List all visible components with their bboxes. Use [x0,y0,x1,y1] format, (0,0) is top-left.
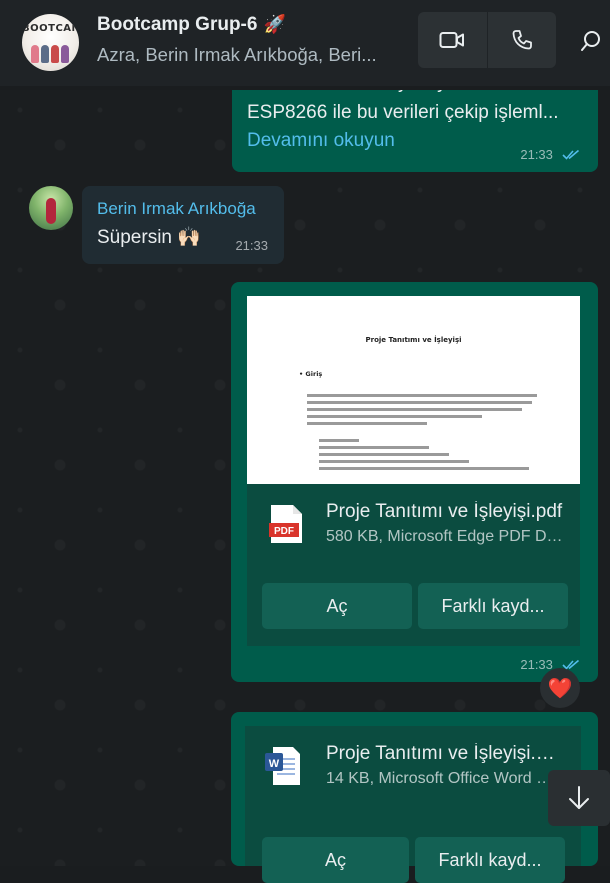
preview-title: Proje Tanıtımı ve İşleyişi [365,336,462,344]
svg-text:PDF: PDF [274,526,294,537]
message-time: 21:33 [520,147,553,162]
heart-reaction[interactable]: ❤️ [540,668,580,708]
preview-text-line [319,439,359,442]
sender-name[interactable]: Berin Irmak Arıkboğa [97,199,256,219]
chat-title[interactable]: Bootcamp Grup-6 🚀 [97,14,286,36]
word-file-icon: W [265,747,300,785]
avatar-figure [31,45,39,63]
incoming-message[interactable]: Berin Irmak Arıkboğa Süpersin 🙌🏻 21:33 [82,186,284,264]
read-more-link[interactable]: Devamını okuyun [247,130,395,152]
video-call-button[interactable] [418,12,487,68]
search-button[interactable] [572,22,610,60]
preview-text-line [307,394,537,397]
file-card: PDF Proje Tanıtımı ve İşleyişi.pdf 580 K… [247,484,580,646]
arrow-down-icon [569,786,589,809]
message-text: Süpersin 🙌🏻 [97,227,201,248]
read-ticks-icon [562,149,580,160]
message-meta: 21:33 [520,144,580,163]
chat-participants[interactable]: Azra, Berin Irmak Arıkboğa, Beri... [97,44,397,66]
sender-avatar[interactable] [29,186,73,230]
avatar-figure [61,45,69,63]
rocket-icon: 🚀 [263,14,286,34]
chat-title-text: Bootcamp Grup-6 [97,14,258,35]
message-time: 21:33 [235,238,268,253]
open-file-button[interactable]: Aç [262,583,412,629]
save-as-button[interactable]: Farklı kayd... [415,837,565,883]
preview-heading: • Giriş [299,370,323,378]
phone-icon [512,30,532,50]
preview-text-line [319,453,449,456]
preview-text-line [307,401,532,404]
pdf-file-icon: PDF [269,505,302,543]
avatar-figure [51,45,59,63]
save-as-button[interactable]: Farklı kayd... [418,583,568,629]
open-file-button[interactable]: Aç [262,837,409,883]
message-text-line: ESP8266 ile bu verileri çekip işleml... [247,102,559,123]
preview-heading-text: Giriş [305,370,323,378]
svg-text:W: W [269,758,280,770]
scroll-to-bottom-button[interactable] [548,770,610,826]
file-meta: 14 KB, Microsoft Office Word Document [326,770,558,787]
preview-text-line [307,408,522,411]
voice-call-button[interactable] [486,12,557,68]
avatar-logo-text: BOOTCAMP [22,23,79,34]
message-time: 21:33 [520,657,553,672]
document-preview[interactable]: Proje Tanıtımı ve İşleyişi • Giriş [247,296,580,484]
chat-header: BOOTCAMP Bootcamp Grup-6🚀 Azra, Berin Ir… [0,0,610,86]
group-avatar[interactable]: BOOTCAMP [22,14,79,71]
video-camera-icon [439,32,465,48]
call-button-group [418,12,556,68]
preview-text-line [307,415,482,418]
file-name: Proje Tanıtımı ve İşleyişi.docx [326,743,558,764]
pdf-file-message[interactable]: Proje Tanıtımı ve İşleyişi • Giriş PDF P… [231,282,598,682]
search-icon [581,31,600,51]
preview-text-line [319,460,469,463]
file-name: Proje Tanıtımı ve İşleyişi.pdf [326,501,563,522]
preview-text-line [319,446,429,449]
preview-text-line [307,422,427,425]
preview-text-line [319,467,529,470]
avatar-figure [41,45,49,63]
word-file-message[interactable]: W Proje Tanıtımı ve İşleyişi.docx 14 KB,… [231,712,598,883]
file-meta: 580 KB, Microsoft Edge PDF Document [326,528,571,545]
avatar-figure [46,198,56,224]
file-card: W Proje Tanıtımı ve İşleyişi.docx 14 KB,… [245,726,581,883]
